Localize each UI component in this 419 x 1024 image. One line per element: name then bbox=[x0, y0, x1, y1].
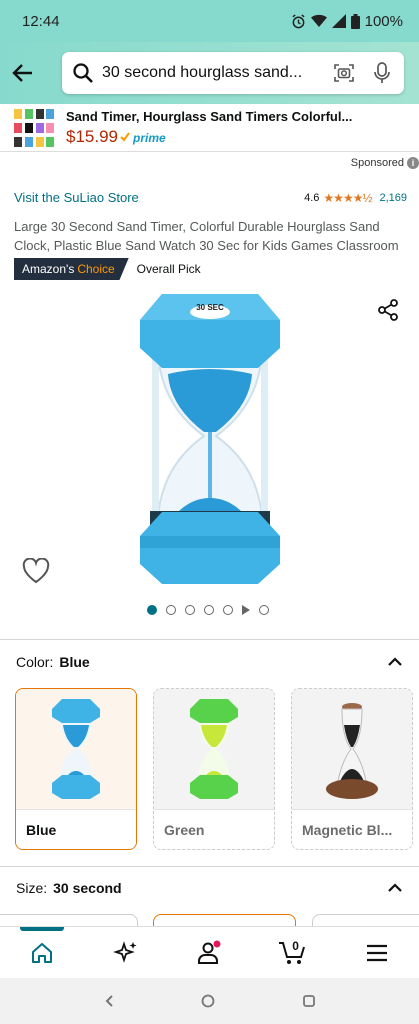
system-back-icon[interactable] bbox=[103, 994, 115, 1008]
cart-count: 0 bbox=[292, 938, 299, 953]
system-navigation-bar bbox=[0, 978, 419, 1024]
status-time: 12:44 bbox=[22, 12, 60, 30]
wishlist-button[interactable] bbox=[22, 557, 50, 589]
size-selector-header[interactable]: Size: 30 second bbox=[16, 880, 403, 896]
badge-amazons: Amazon's bbox=[22, 262, 75, 276]
ad-price: $15.99 bbox=[66, 126, 118, 146]
color-value: Blue bbox=[59, 654, 90, 670]
carousel-dot[interactable] bbox=[166, 605, 176, 615]
color-label: Color: bbox=[16, 654, 54, 670]
bottom-navigation: 0 bbox=[0, 926, 419, 978]
rating-value: 4.6 bbox=[304, 191, 320, 204]
battery-percent: 100% bbox=[364, 12, 403, 30]
signal-icon bbox=[331, 14, 346, 28]
system-home-icon[interactable] bbox=[201, 994, 215, 1008]
product-image[interactable]: 30 SEC bbox=[100, 286, 320, 591]
battery-icon bbox=[350, 13, 360, 29]
carousel-dot[interactable] bbox=[259, 605, 269, 615]
amazons-choice-badge: Amazon's Choice bbox=[14, 258, 129, 280]
divider bbox=[0, 639, 419, 640]
search-icon bbox=[73, 63, 93, 83]
video-play-icon[interactable] bbox=[242, 605, 250, 615]
store-rating-row: Visit the SuLiao Store 4.6 ★★★★½ 2,169 bbox=[14, 190, 407, 205]
swatch-label: Green bbox=[154, 809, 274, 849]
back-arrow-icon bbox=[12, 64, 32, 82]
home-icon bbox=[31, 942, 52, 963]
nav-home[interactable] bbox=[12, 926, 72, 978]
color-selector-header[interactable]: Color: Blue bbox=[16, 654, 403, 670]
status-icons: 100% bbox=[291, 13, 403, 30]
image-carousel-dots[interactable] bbox=[147, 605, 269, 615]
nav-cart[interactable]: 0 bbox=[263, 928, 323, 978]
status-bar: 12:44 100% bbox=[0, 0, 419, 42]
swatch-blue[interactable]: Blue bbox=[15, 688, 137, 850]
colorful-timers-thumbnail bbox=[14, 108, 54, 147]
camera-scan-icon bbox=[334, 64, 354, 82]
system-recents-icon[interactable] bbox=[302, 994, 316, 1008]
swatch-magnetic-black[interactable]: Magnetic Bl... bbox=[291, 688, 413, 850]
search-query[interactable]: 30 second hourglass sand... bbox=[94, 64, 318, 82]
nav-account[interactable] bbox=[179, 928, 239, 978]
share-icon bbox=[378, 299, 398, 321]
chevron-up-icon[interactable] bbox=[387, 883, 403, 893]
rating-count[interactable]: 2,169 bbox=[379, 192, 407, 204]
carousel-dot[interactable] bbox=[147, 605, 157, 615]
user-icon bbox=[198, 940, 221, 964]
magnetic-timer-thumbnail bbox=[326, 703, 378, 799]
timer-label-text: 30 SEC bbox=[196, 303, 224, 312]
badge-choice: Choice bbox=[77, 262, 115, 276]
sparkle-icon bbox=[112, 940, 137, 963]
carousel-dot[interactable] bbox=[223, 605, 233, 615]
hamburger-menu-icon bbox=[367, 944, 388, 961]
voice-search-button[interactable] bbox=[370, 61, 394, 85]
blue-timer-thumbnail bbox=[52, 699, 100, 799]
prime-check-icon bbox=[120, 131, 130, 142]
carousel-dot[interactable] bbox=[185, 605, 195, 615]
size-label: Size: bbox=[16, 880, 48, 896]
ad-thumbnail bbox=[12, 107, 56, 149]
star-rating-icon: ★★★★½ bbox=[323, 190, 372, 205]
swatch-label: Magnetic Bl... bbox=[292, 809, 412, 849]
heart-icon bbox=[22, 557, 50, 584]
wifi-icon bbox=[310, 14, 327, 27]
swatch-green[interactable]: Green bbox=[153, 688, 275, 850]
size-value: 30 second bbox=[53, 880, 122, 896]
product-title: Large 30 Second Sand Timer, Colorful Dur… bbox=[14, 219, 399, 253]
ad-title[interactable]: Sand Timer, Hourglass Sand Timers Colorf… bbox=[66, 109, 352, 124]
green-timer-thumbnail bbox=[190, 699, 238, 799]
alarm-icon bbox=[292, 13, 305, 28]
search-input[interactable]: 30 second hourglass sand... bbox=[62, 52, 404, 94]
blue-hourglass-image: 30 SEC bbox=[140, 294, 280, 584]
back-button[interactable] bbox=[10, 60, 36, 86]
sponsored-label[interactable]: Sponsored i bbox=[351, 157, 419, 169]
sponsored-text: Sponsored bbox=[350, 157, 404, 169]
color-swatches: Blue Green Magnetic Bl... bbox=[15, 688, 413, 850]
prime-badge: prime bbox=[133, 130, 166, 145]
rating-summary[interactable]: 4.6 ★★★★½ 2,169 bbox=[304, 191, 407, 205]
badge-row: Amazon's Choice Overall Pick bbox=[14, 258, 201, 280]
microphone-icon bbox=[374, 62, 390, 83]
nav-menu[interactable] bbox=[347, 928, 407, 978]
info-icon[interactable]: i bbox=[407, 157, 419, 169]
carousel-dot[interactable] bbox=[204, 605, 214, 615]
divider bbox=[0, 866, 419, 867]
visit-store-link[interactable]: Visit the SuLiao Store bbox=[14, 190, 139, 205]
sponsored-ad-banner[interactable]: Sand Timer, Hourglass Sand Timers Colorf… bbox=[0, 104, 419, 152]
swatch-label: Blue bbox=[16, 809, 136, 849]
overall-pick-label: Overall Pick bbox=[136, 262, 201, 276]
nav-ai-assistant[interactable] bbox=[96, 928, 156, 978]
camera-search-button[interactable] bbox=[332, 61, 356, 85]
share-button[interactable] bbox=[376, 298, 400, 327]
search-header: 30 second hourglass sand... bbox=[0, 42, 419, 104]
chevron-up-icon[interactable] bbox=[387, 657, 403, 667]
